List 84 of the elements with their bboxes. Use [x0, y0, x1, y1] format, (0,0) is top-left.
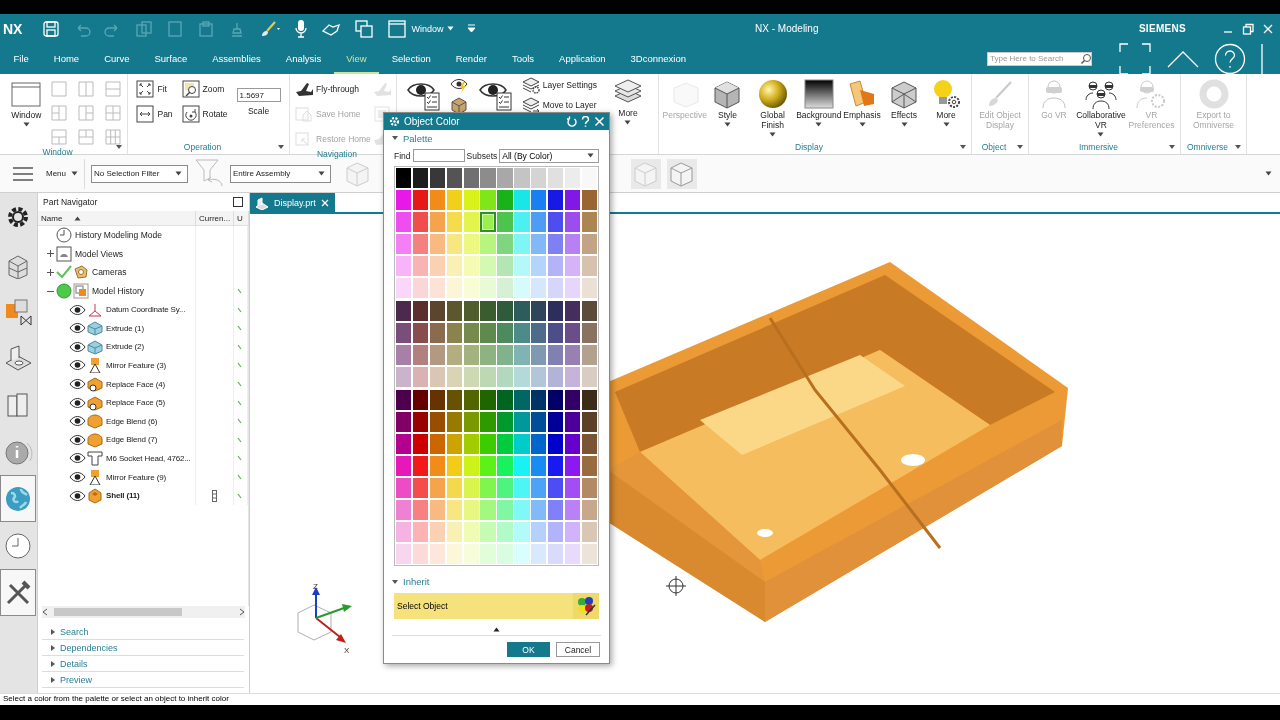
- group-label: Display: [795, 142, 823, 152]
- axis-label: Z: [313, 582, 318, 591]
- field-label: Subsets: [466, 150, 498, 161]
- selection-filter-dropdown[interactable]: No Selection Filter: [91, 164, 188, 183]
- ribbon-button[interactable]: Effects: [883, 78, 925, 127]
- field-label: Find: [394, 150, 411, 161]
- ribbon-button[interactable]: Emphasis: [841, 78, 883, 127]
- ribbon-tab[interactable]: Render: [443, 43, 500, 74]
- dialog-title: Object Color: [404, 115, 461, 127]
- tree-item-label[interactable]: M6 Socket Head, 4762...: [106, 453, 191, 463]
- ribbon-button[interactable]: Move to Layer: [521, 96, 598, 114]
- ribbon-tab[interactable]: Home: [41, 43, 92, 74]
- ribbon-tab[interactable]: Tools: [499, 43, 547, 74]
- tree-item-label[interactable]: Model Views: [75, 248, 124, 259]
- ribbon-tab[interactable]: 3Dconnexion: [618, 43, 699, 74]
- app-logo: NX: [3, 20, 23, 37]
- brand-logo: SIEMENS: [1138, 23, 1186, 34]
- tree-item-label[interactable]: Model History: [92, 286, 144, 297]
- ribbon-tab[interactable]: File: [1, 43, 42, 74]
- tree-item-label[interactable]: Replace Face (5): [106, 398, 165, 408]
- ribbon-button[interactable]: Collaborative VR: [1075, 78, 1127, 137]
- panel-title: Part Navigator: [43, 197, 98, 207]
- section-header[interactable]: Inherit: [384, 573, 609, 591]
- scale-field[interactable]: 1.5697: [236, 88, 281, 102]
- subsets-dropdown[interactable]: All (By Color): [499, 148, 599, 163]
- group-label: Immersive: [1078, 142, 1119, 152]
- ribbon-button[interactable]: Fly-through: [295, 80, 371, 98]
- tree-item-label[interactable]: History Modeling Mode: [75, 230, 162, 241]
- ribbon-button[interactable]: Global Finish: [748, 78, 797, 137]
- dropdown-value: Entire Assembly: [233, 169, 291, 178]
- search-field[interactable]: Type Here to Search: [987, 51, 1092, 66]
- window-title: NX - Modeling: [755, 23, 819, 34]
- dropdown-value: No Selection Filter: [94, 169, 160, 178]
- tree-item-label[interactable]: Mirror Feature (9): [106, 472, 166, 482]
- scale-label: Scale: [247, 106, 270, 116]
- group-label: Omniverse: [1186, 142, 1229, 152]
- ribbon-button[interactable]: More: [925, 78, 967, 127]
- column-header[interactable]: U: [237, 213, 243, 223]
- ribbon-button[interactable]: Pan: [136, 105, 173, 123]
- ribbon-button[interactable]: Style: [706, 78, 749, 127]
- tree-item-label[interactable]: Cameras: [92, 267, 127, 278]
- tree-item-label[interactable]: Replace Face (4): [106, 379, 165, 389]
- ribbon-button[interactable]: Rotate: [181, 105, 228, 123]
- ribbon-tab[interactable]: View: [333, 43, 380, 74]
- tree-item-label[interactable]: Shell (11): [106, 491, 140, 501]
- panel-header[interactable]: Details: [42, 656, 244, 672]
- document-tab[interactable]: Display.prt: [250, 193, 335, 212]
- axis-label: X: [344, 646, 350, 655]
- ribbon-tab[interactable]: Curve: [91, 43, 142, 74]
- ribbon-tab[interactable]: Application: [546, 43, 619, 74]
- tree-item-label[interactable]: Extrude (2): [106, 342, 144, 352]
- group-label: Object: [981, 142, 1007, 152]
- ribbon-button[interactable]: Fit: [136, 80, 173, 98]
- column-header[interactable]: Name: [41, 213, 63, 223]
- ribbon-tab[interactable]: Surface: [142, 43, 200, 74]
- ribbon-button[interactable]: More: [607, 76, 649, 125]
- ribbon-tab[interactable]: Selection: [379, 43, 444, 74]
- ribbon-button[interactable]: Background: [796, 78, 841, 127]
- tree-item-label[interactable]: Mirror Feature (3): [106, 360, 166, 370]
- group-label: Operation: [183, 142, 222, 152]
- group-label: Navigation: [316, 149, 358, 159]
- ribbon-button[interactable]: Window: [5, 78, 48, 127]
- cancel-button[interactable]: Cancel: [556, 642, 600, 657]
- panel-header[interactable]: Dependencies: [42, 640, 244, 656]
- status-message: Select a color from the palette or select an object to inherit color: [3, 694, 229, 703]
- ribbon-tab[interactable]: Assemblies: [199, 43, 274, 74]
- ribbon-button[interactable]: Zoom: [181, 80, 228, 98]
- section-header[interactable]: Palette: [384, 129, 609, 147]
- window-menu[interactable]: Window: [387, 18, 455, 39]
- ribbon-tab[interactable]: Analysis: [273, 43, 334, 74]
- column-header[interactable]: Curren...: [199, 213, 231, 223]
- menu-button[interactable]: Menu: [46, 169, 78, 178]
- tree-item-label[interactable]: Edge Blend (7): [106, 435, 158, 445]
- assembly-scope-dropdown[interactable]: Entire Assembly: [230, 164, 331, 183]
- tree-item-label[interactable]: Datum Coordinate Sy...: [106, 305, 186, 315]
- ok-button[interactable]: OK: [507, 642, 550, 657]
- tree-item-label[interactable]: Edge Blend (6): [106, 416, 158, 426]
- panel-header[interactable]: Preview: [42, 672, 244, 688]
- ribbon-button[interactable]: Layer Settings: [521, 76, 598, 94]
- select-object-button[interactable]: Select Object: [394, 593, 599, 619]
- group-label: Window: [42, 147, 73, 157]
- panel-header[interactable]: Search: [42, 624, 244, 640]
- dropdown-value: All (By Color): [502, 150, 553, 161]
- tree-item-label[interactable]: Extrude (1): [106, 323, 144, 333]
